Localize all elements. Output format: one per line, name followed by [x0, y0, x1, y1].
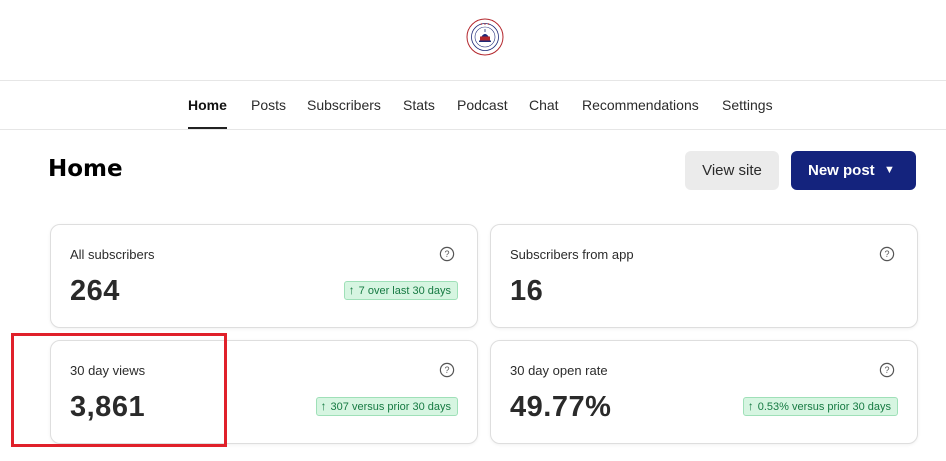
trend-text: 7 over last 30 days	[358, 285, 451, 297]
stat-value: 49.77%	[510, 391, 612, 423]
new-post-button[interactable]: New post ▼	[791, 151, 916, 190]
stat-card-all-subscribers: All subscribers 264 ? ↑ 7 over last 30 da…	[50, 224, 478, 328]
tab-subscribers[interactable]: Subscribers	[307, 81, 381, 129]
tab-home[interactable]: Home	[188, 81, 227, 129]
svg-text:?: ?	[884, 365, 889, 375]
help-icon[interactable]: ?	[439, 362, 455, 378]
stat-card-30-day-views: 30 day views 3,861 ? ↑ 307 versus prior 3…	[50, 340, 478, 444]
stat-label: 30 day views	[70, 363, 146, 378]
arrow-up-icon: ↑	[320, 399, 327, 413]
publication-logo[interactable]: ★ ★ ★	[466, 18, 504, 56]
page-title: Home	[48, 156, 123, 182]
stat-card-subscribers-from-app: Subscribers from app 16 ?	[490, 224, 918, 328]
svg-text:?: ?	[884, 249, 889, 259]
arrow-up-icon: ↑	[348, 283, 355, 297]
arrow-up-icon: ↑	[747, 399, 754, 413]
stat-label: 30 day open rate	[510, 363, 608, 378]
trend-badge: ↑ 307 versus prior 30 days	[315, 397, 458, 416]
tab-stats[interactable]: Stats	[403, 81, 435, 129]
tab-podcast[interactable]: Podcast	[457, 81, 508, 129]
tab-posts[interactable]: Posts	[251, 81, 286, 129]
trend-badge: ↑ 0.53% versus prior 30 days	[742, 397, 898, 416]
help-icon[interactable]: ?	[879, 362, 895, 378]
trend-text: 307 versus prior 30 days	[330, 401, 451, 413]
svg-text:?: ?	[444, 249, 449, 259]
new-post-label: New post	[808, 162, 875, 179]
stat-value: 264	[70, 275, 120, 307]
main-nav: Home Posts Subscribers Stats Podcast Cha…	[0, 81, 946, 130]
stat-label: Subscribers from app	[510, 247, 634, 262]
view-site-button[interactable]: View site	[685, 151, 779, 190]
logo-arc-text: ★ ★ ★	[480, 22, 490, 26]
stat-card-30-day-open-rate: 30 day open rate 49.77% ? ↑ 0.53% versus …	[490, 340, 918, 444]
trend-badge: ↑ 7 over last 30 days	[343, 281, 458, 300]
help-icon[interactable]: ?	[879, 246, 895, 262]
help-icon[interactable]: ?	[439, 246, 455, 262]
chevron-down-icon[interactable]: ▼	[884, 151, 895, 190]
svg-text:?: ?	[444, 365, 449, 375]
stat-value: 3,861	[70, 391, 146, 423]
tab-chat[interactable]: Chat	[529, 81, 559, 129]
tab-settings[interactable]: Settings	[722, 81, 773, 129]
top-bar: ★ ★ ★	[0, 0, 946, 81]
tab-recommendations[interactable]: Recommendations	[582, 81, 699, 129]
stat-value: 16	[510, 275, 544, 307]
trend-text: 0.53% versus prior 30 days	[757, 401, 891, 413]
stat-label: All subscribers	[70, 247, 155, 262]
